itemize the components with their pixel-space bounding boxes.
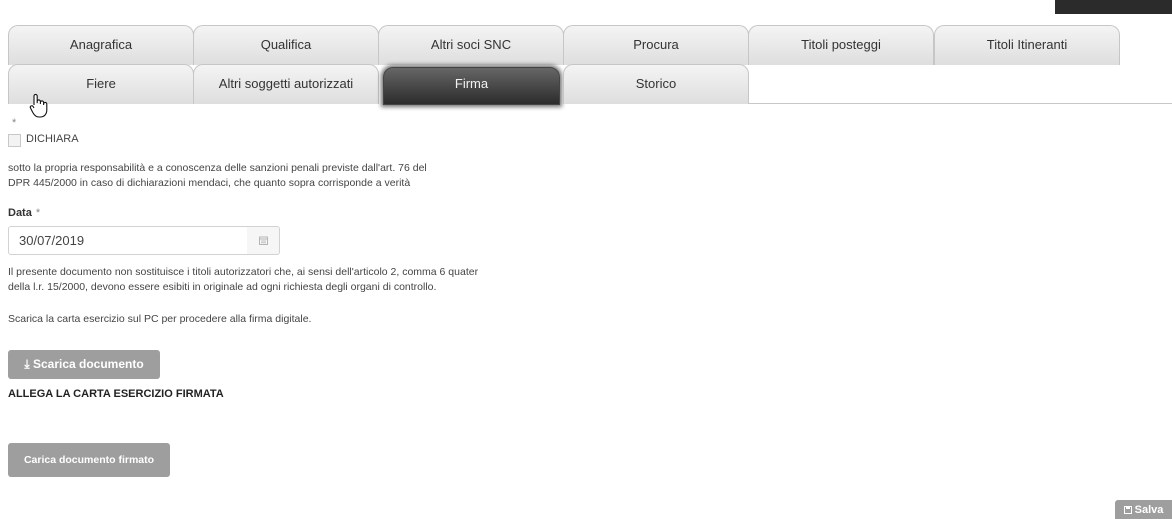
- dichiara-checkbox[interactable]: [8, 134, 21, 147]
- salva-button[interactable]: Salva: [1115, 500, 1172, 519]
- tab-procura[interactable]: Procura: [563, 25, 749, 65]
- hand-pointer-icon: [29, 93, 48, 118]
- tab-bar-divider: [749, 103, 1172, 104]
- declaration-line-1: sotto la propria responsabilità e a cono…: [8, 162, 427, 174]
- declaration-text: sotto la propria responsabilità e a cono…: [8, 161, 427, 191]
- tab-titoli-itineranti[interactable]: Titoli Itineranti: [934, 25, 1120, 65]
- scarica-documento-label: Scarica documento: [32, 357, 144, 371]
- header-bar: [1055, 0, 1172, 14]
- tab-anagrafica[interactable]: Anagrafica: [8, 25, 194, 65]
- tab-qualifica[interactable]: Qualifica: [193, 25, 379, 65]
- attach-section-title: ALLEGA LA CARTA ESERCIZIO FIRMATA: [8, 388, 224, 400]
- notice-line-1: Il presente documento non sostituisce i …: [8, 266, 479, 278]
- tab-firma[interactable]: Firma: [383, 67, 560, 105]
- tab-storico[interactable]: Storico: [563, 64, 749, 104]
- date-label-text: Data: [8, 207, 32, 219]
- notice-text: Il presente documento non sostituisce i …: [8, 265, 478, 295]
- dichiara-label: DICHIARA: [26, 133, 79, 145]
- required-marker: *: [12, 117, 17, 129]
- date-field-label: Data *: [8, 207, 40, 219]
- declaration-line-2: DPR 445/2000 in caso di dichiarazioni me…: [8, 177, 411, 189]
- date-required-marker: *: [35, 207, 41, 219]
- scarica-documento-button[interactable]: ⤓ Scarica documento: [8, 350, 160, 379]
- save-icon: [1123, 505, 1132, 514]
- tab-altri-soggetti-autorizzati[interactable]: Altri soggetti autorizzati: [193, 64, 379, 104]
- calendar-button[interactable]: [247, 226, 280, 255]
- tab-altri-soci-snc[interactable]: Altri soci SNC: [378, 25, 564, 65]
- date-input[interactable]: [8, 226, 248, 255]
- calendar-icon: [258, 236, 268, 245]
- tab-titoli-posteggi[interactable]: Titoli posteggi: [748, 25, 934, 65]
- carica-documento-firmato-button[interactable]: Carica documento firmato: [8, 443, 170, 477]
- notice-line-2: della l.r. 15/2000, devono essere esibit…: [8, 281, 437, 293]
- download-hint: Scarica la carta esercizio sul PC per pr…: [8, 313, 312, 325]
- salva-label: Salva: [1134, 503, 1164, 516]
- download-icon: ⤓: [24, 357, 30, 371]
